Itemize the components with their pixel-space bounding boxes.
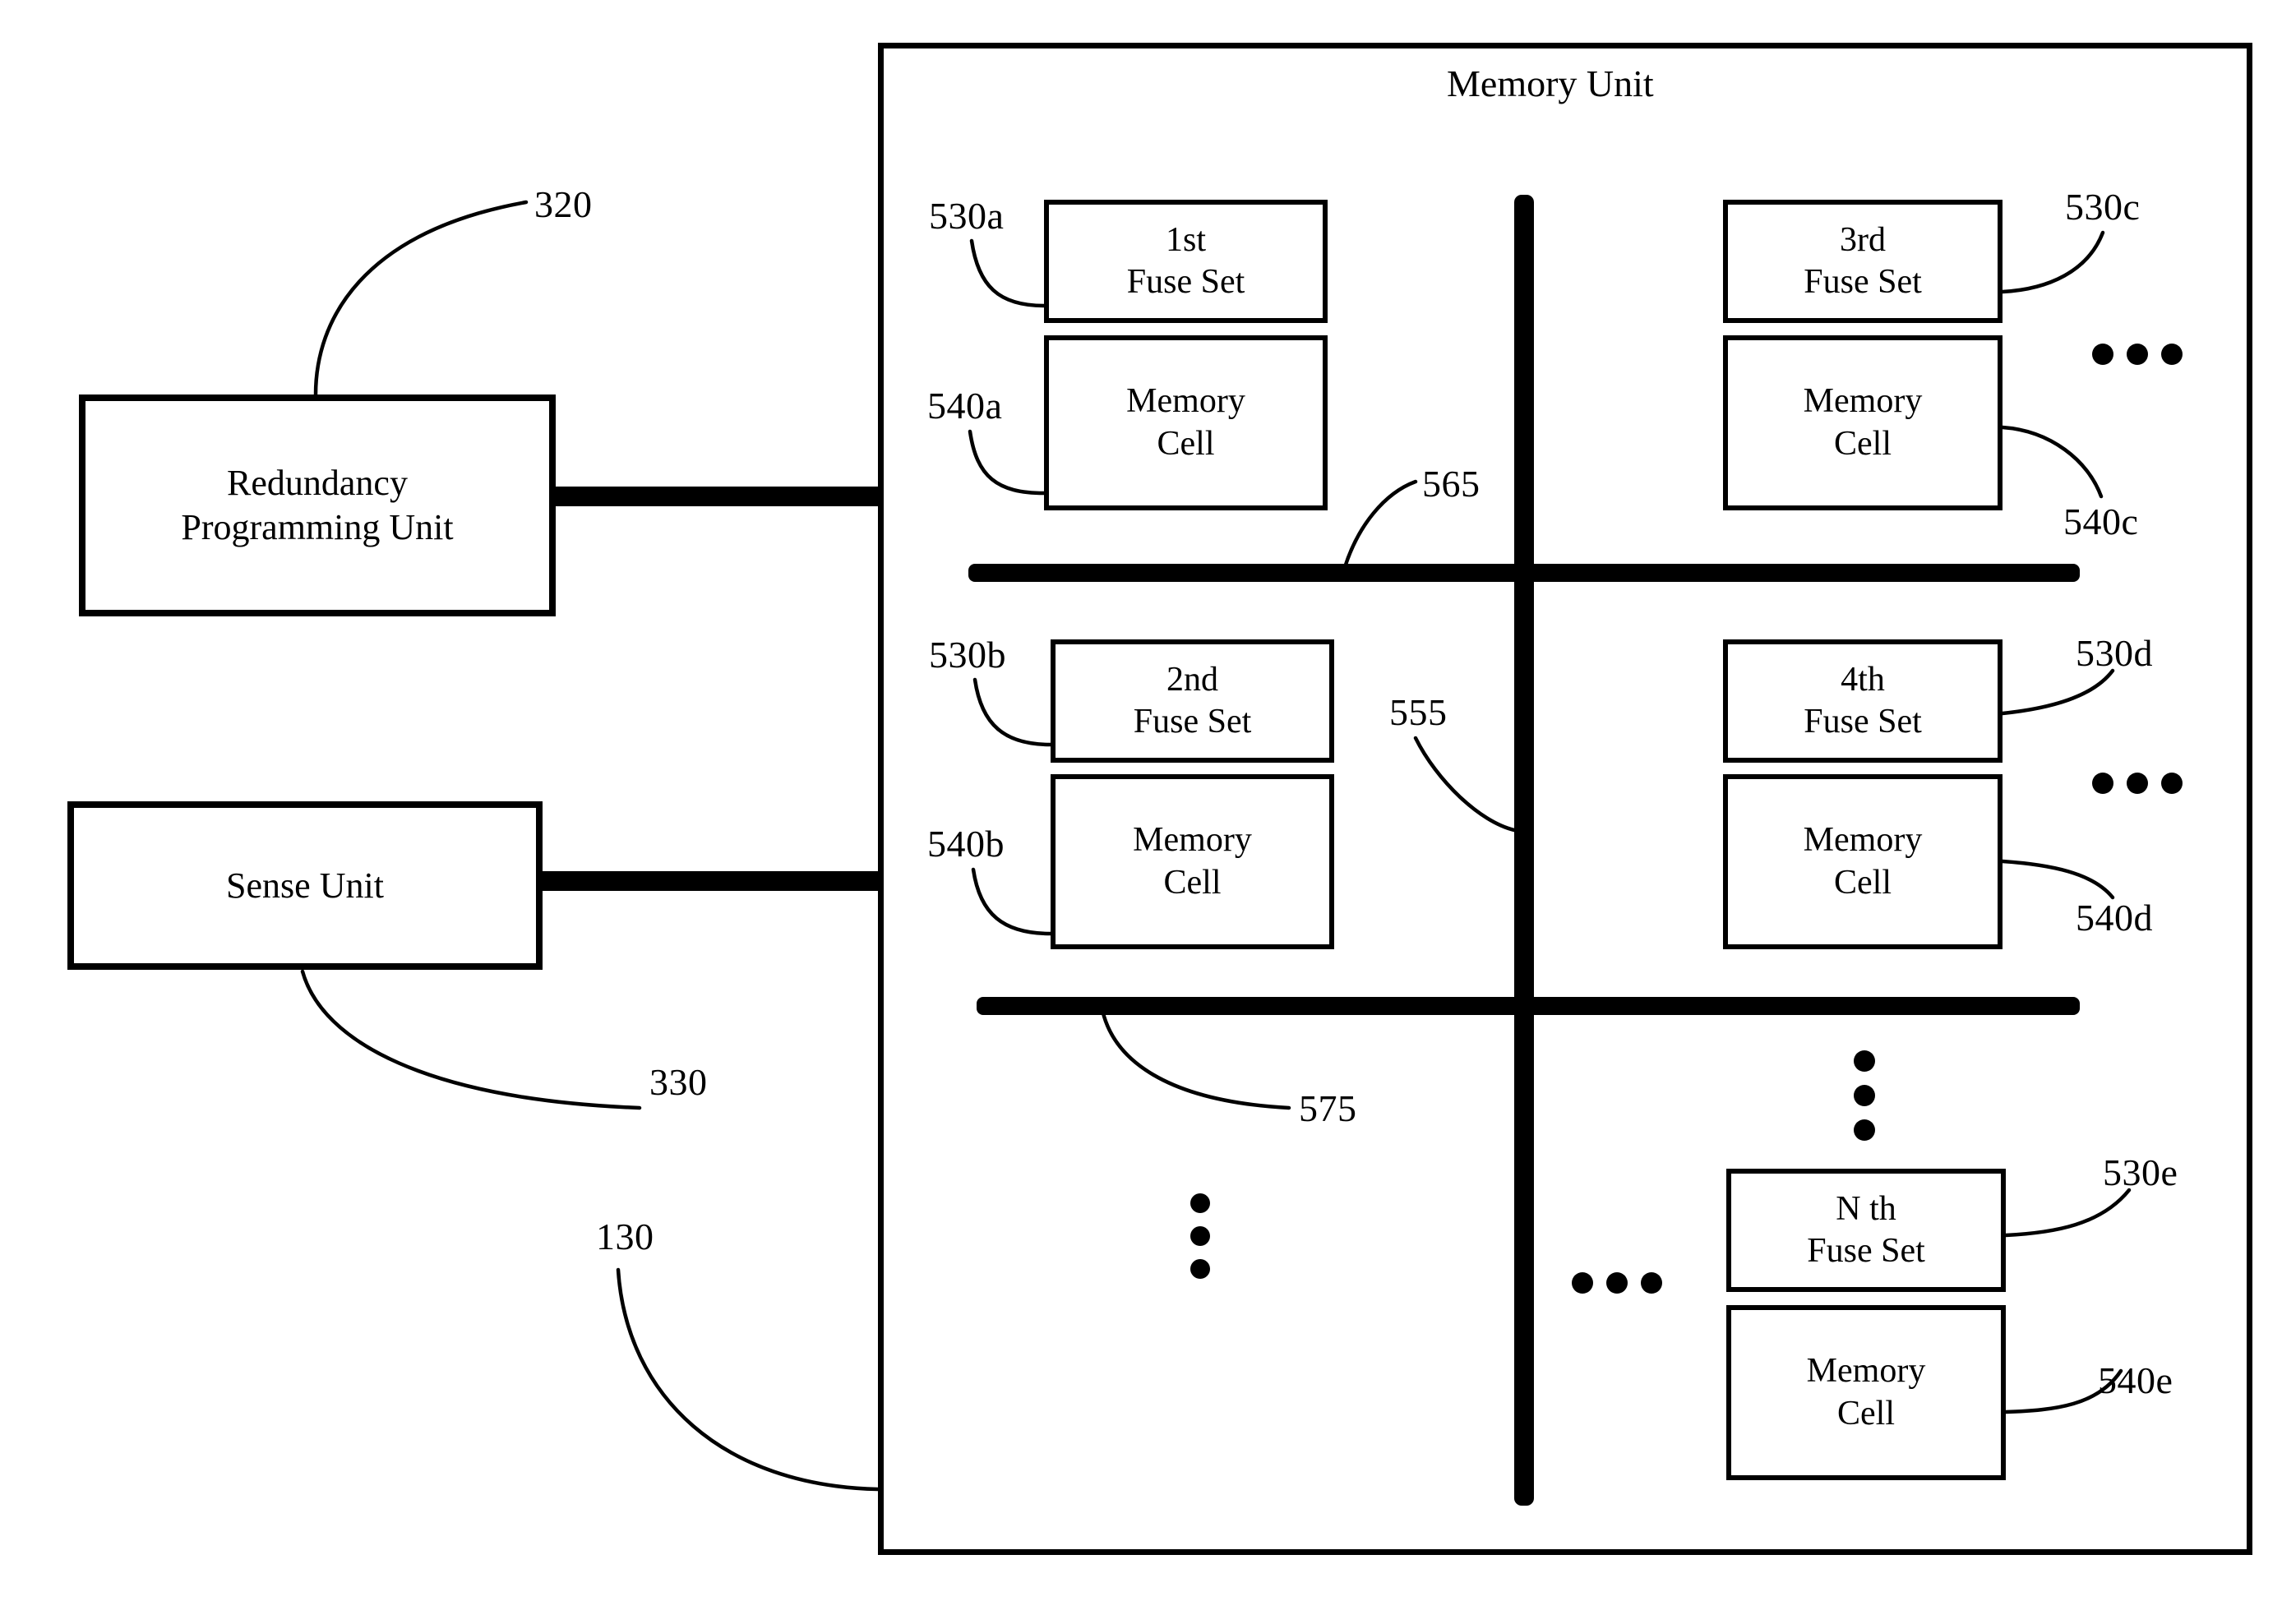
ref-numeral-540c: 540c xyxy=(2063,501,2139,542)
redundancy-programming-unit-box: Redundancy Programming Unit xyxy=(79,394,556,616)
ref-numeral-530d: 530d xyxy=(2076,632,2153,674)
dot xyxy=(1606,1272,1628,1294)
ref-numeral-320: 320 xyxy=(534,183,593,225)
ref-numeral-575: 575 xyxy=(1299,1087,1357,1129)
dot xyxy=(1854,1119,1875,1141)
ref-numeral-530c: 530c xyxy=(2065,186,2141,228)
dot xyxy=(2161,344,2183,365)
memory-unit-title: Memory Unit xyxy=(1447,62,1654,104)
dot xyxy=(1190,1259,1210,1279)
redundancy-programming-unit-label: Redundancy Programming Unit xyxy=(181,463,454,547)
memory-cell-label-540d: Memory Cell xyxy=(1803,821,1923,902)
memory-cell-label-540a: Memory Cell xyxy=(1126,382,1245,463)
dot xyxy=(2092,773,2113,794)
ref-numeral-540b: 540b xyxy=(927,823,1005,865)
sense-unit-label: Sense Unit xyxy=(226,865,384,906)
ref-numeral-530a: 530a xyxy=(929,195,1005,237)
leader-line-330 xyxy=(300,969,642,1110)
dot xyxy=(1641,1272,1662,1294)
fuse-set-box-530b: 2nd Fuse Set xyxy=(1051,639,1334,763)
ref-numeral-530e: 530e xyxy=(2103,1151,2178,1193)
ellipsis-dots-top-right xyxy=(2092,344,2183,365)
dot xyxy=(2127,773,2148,794)
ellipsis-dots-vertical-right xyxy=(1854,1050,1875,1141)
ref-numeral-540d: 540d xyxy=(2076,897,2153,939)
ref-numeral-530b: 530b xyxy=(929,634,1006,676)
memory-cell-label-540c: Memory Cell xyxy=(1803,382,1923,463)
ref-numeral-330: 330 xyxy=(649,1061,708,1103)
dot xyxy=(1854,1050,1875,1072)
ellipsis-dots-bottom-left-of-nth xyxy=(1572,1272,1662,1294)
fuse-set-label-530c: 3rd Fuse Set xyxy=(1804,220,1922,301)
memory-cell-box-540c: Memory Cell xyxy=(1723,335,2003,510)
fuse-set-box-530d: 4th Fuse Set xyxy=(1723,639,2003,763)
fuse-set-box-530a: 1st Fuse Set xyxy=(1044,200,1328,323)
leader-line-130 xyxy=(616,1267,880,1492)
redundancy-unit-connector xyxy=(554,487,883,506)
dot xyxy=(1190,1193,1210,1213)
leader-line-320 xyxy=(313,200,529,397)
ref-numeral-130: 130 xyxy=(596,1216,654,1257)
sense-unit-connector xyxy=(541,871,885,891)
memory-cell-box-540d: Memory Cell xyxy=(1723,774,2003,949)
dot xyxy=(2092,344,2113,365)
memory-cell-box-540e: Memory Cell xyxy=(1726,1305,2006,1480)
fuse-set-label-530d: 4th Fuse Set xyxy=(1804,660,1922,740)
dot xyxy=(2127,344,2148,365)
ellipsis-dots-vertical-left xyxy=(1190,1193,1210,1279)
ref-numeral-540e: 540e xyxy=(2098,1359,2173,1401)
vertical-divider xyxy=(1514,195,1534,1506)
ref-numeral-540a: 540a xyxy=(927,385,1003,427)
ref-numeral-565: 565 xyxy=(1422,463,1481,505)
sense-unit-box: Sense Unit xyxy=(67,801,543,970)
dot xyxy=(1854,1085,1875,1106)
memory-cell-box-540a: Memory Cell xyxy=(1044,335,1328,510)
fuse-set-box-530e: N th Fuse Set xyxy=(1726,1169,2006,1292)
memory-cell-box-540b: Memory Cell xyxy=(1051,774,1334,949)
dot xyxy=(2161,773,2183,794)
ref-numeral-555: 555 xyxy=(1389,691,1448,733)
memory-cell-label-540e: Memory Cell xyxy=(1806,1352,1926,1433)
dot xyxy=(1572,1272,1593,1294)
fuse-set-box-530c: 3rd Fuse Set xyxy=(1723,200,2003,323)
memory-cell-label-540b: Memory Cell xyxy=(1133,821,1252,902)
fuse-set-label-530b: 2nd Fuse Set xyxy=(1133,660,1252,740)
patent-figure-canvas: Redundancy Programming Unit Sense Unit M… xyxy=(0,0,2282,1624)
ellipsis-dots-middle-right xyxy=(2092,773,2183,794)
fuse-set-label-530a: 1st Fuse Set xyxy=(1126,220,1245,301)
dot xyxy=(1190,1226,1210,1246)
fuse-set-label-530e: N th Fuse Set xyxy=(1807,1189,1925,1270)
